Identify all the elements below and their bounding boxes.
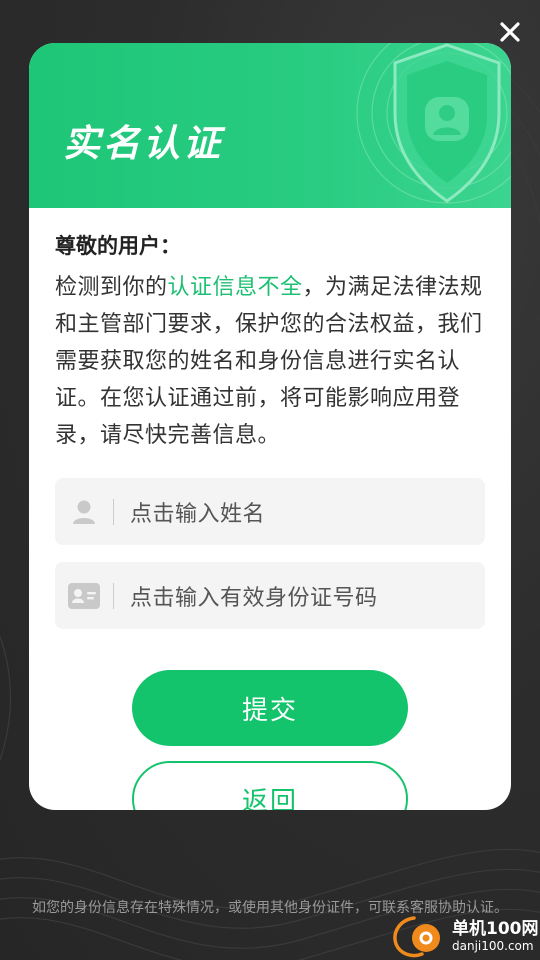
screen: 实名认证 尊敬的用户： 检测到你的认证信息不全，为满足法律法规和主管部门要求，保… [0,0,540,960]
greeting-text: 尊敬的用户： [55,234,181,258]
dialog-header: 实名认证 [29,43,511,208]
notice-text-start: 检测到你的 [55,275,168,300]
id-number-input[interactable]: 点击输入有效身份证号码 [55,562,485,629]
notice-text: 检测到你的认证信息不全，为满足法律法规和主管部门要求，保护您的合法权益，我们需要… [55,269,485,454]
site-watermark: 单机100网 danji100.com [390,912,540,960]
user-icon [55,478,113,545]
id-number-placeholder: 点击输入有效身份证号码 [130,585,378,611]
close-icon [500,22,520,42]
real-name-dialog: 实名认证 尊敬的用户： 检测到你的认证信息不全，为满足法律法规和主管部门要求，保… [29,43,511,810]
dialog-title: 实名认证 [63,122,223,165]
notice-highlight: 认证信息不全 [167,275,303,300]
submit-button[interactable]: 提交 [132,670,408,746]
name-placeholder: 点击输入姓名 [130,501,266,527]
name-input[interactable]: 点击输入姓名 [55,478,485,545]
field-divider [113,498,114,525]
field-divider [113,582,114,609]
back-button[interactable]: 返回 [132,761,408,810]
id-card-icon [55,562,113,629]
watermark-logo [393,916,440,958]
notice-text-end: ，为满足法律法规和主管部门要求，保护您的合法权益，我们需要获取您的姓名和身份信息… [55,275,483,448]
dialog-body: 尊敬的用户： 检测到你的认证信息不全，为满足法律法规和主管部门要求，保护您的合法… [55,231,485,454]
shield-user-icon [356,43,511,204]
